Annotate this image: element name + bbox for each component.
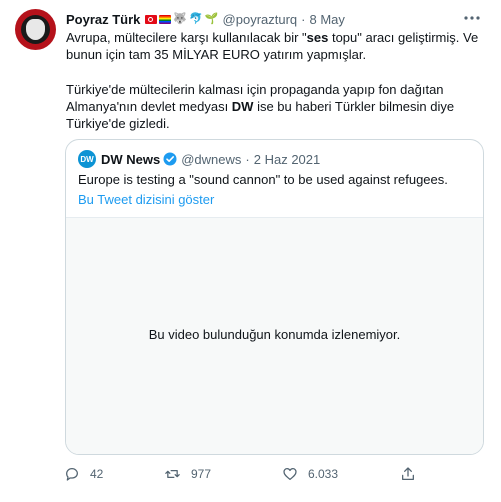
author-avatar[interactable] <box>15 9 56 50</box>
text-segment: Avrupa, mültecilere karşı kullanılacak b… <box>66 30 307 45</box>
video-unavailable-message: Bu video bulunduğun konumda izlenemiyor. <box>148 326 401 342</box>
tweet-paragraph-2: Türkiye'de mültecilerin kalması için pro… <box>66 81 486 132</box>
share-icon <box>402 467 414 480</box>
reply-button[interactable]: 42 <box>64 464 103 484</box>
quoted-tweet[interactable]: DW DW News @dwnews · 2 Haz 2021 Europe i… <box>65 139 484 455</box>
quoted-tweet-header: DW DW News @dwnews · 2 Haz 2021 <box>78 150 320 168</box>
reply-icon <box>66 468 78 481</box>
wolf-icon: 🐺 <box>173 12 188 25</box>
retweet-icon <box>165 470 180 478</box>
verified-icon <box>163 152 177 166</box>
tweet-date[interactable]: 8 May <box>310 12 345 27</box>
quoted-separator: · <box>245 151 250 167</box>
seedling-icon: 🌱 <box>204 12 219 25</box>
more-options-button[interactable] <box>461 8 483 28</box>
quoted-author-handle[interactable]: @dwnews <box>181 152 241 167</box>
tweet-text: Avrupa, mültecilere karşı kullanılacak b… <box>66 29 486 132</box>
quoted-date[interactable]: 2 Haz 2021 <box>254 152 321 167</box>
dolphin-icon: 🐬 <box>189 12 203 25</box>
rainbow-flag-icon <box>159 14 172 24</box>
tweet-paragraph-1: Avrupa, mültecilere karşı kullanılacak b… <box>66 29 486 63</box>
quoted-author-name[interactable]: DW News <box>101 152 160 167</box>
retweet-button[interactable]: 977 <box>164 464 211 484</box>
author-badges: 🐺 🐬 🌱 <box>145 12 219 25</box>
like-count: 6.033 <box>308 467 339 481</box>
quoted-tweet-text: Europe is testing a "sound cannon" to be… <box>78 172 448 187</box>
more-icon <box>464 16 480 20</box>
reply-count: 42 <box>90 467 104 481</box>
tweet-actions: 42 977 6.033 <box>64 464 484 484</box>
emphasized-text: ses <box>306 30 329 45</box>
avatar-emblem <box>26 19 45 40</box>
share-button[interactable] <box>400 464 416 484</box>
emphasized-text: DW <box>231 99 254 114</box>
show-thread-link[interactable]: Bu Tweet dizisini göster <box>78 192 214 207</box>
video-placeholder: Bu video bulunduğun konumda izlenemiyor. <box>66 217 483 454</box>
author-name[interactable]: Poyraz Türk <box>66 12 140 27</box>
like-icon <box>283 468 297 480</box>
turkey-flag-icon <box>145 14 158 24</box>
quoted-avatar[interactable]: DW <box>78 150 96 168</box>
author-handle[interactable]: @poyrazturq <box>223 12 298 27</box>
like-button[interactable]: 6.033 <box>282 464 338 484</box>
tweet-header: Poyraz Türk 🐺 🐬 🌱 @poyrazturq · 8 May <box>66 9 461 29</box>
header-separator: · <box>301 11 306 27</box>
retweet-count: 977 <box>191 467 212 481</box>
